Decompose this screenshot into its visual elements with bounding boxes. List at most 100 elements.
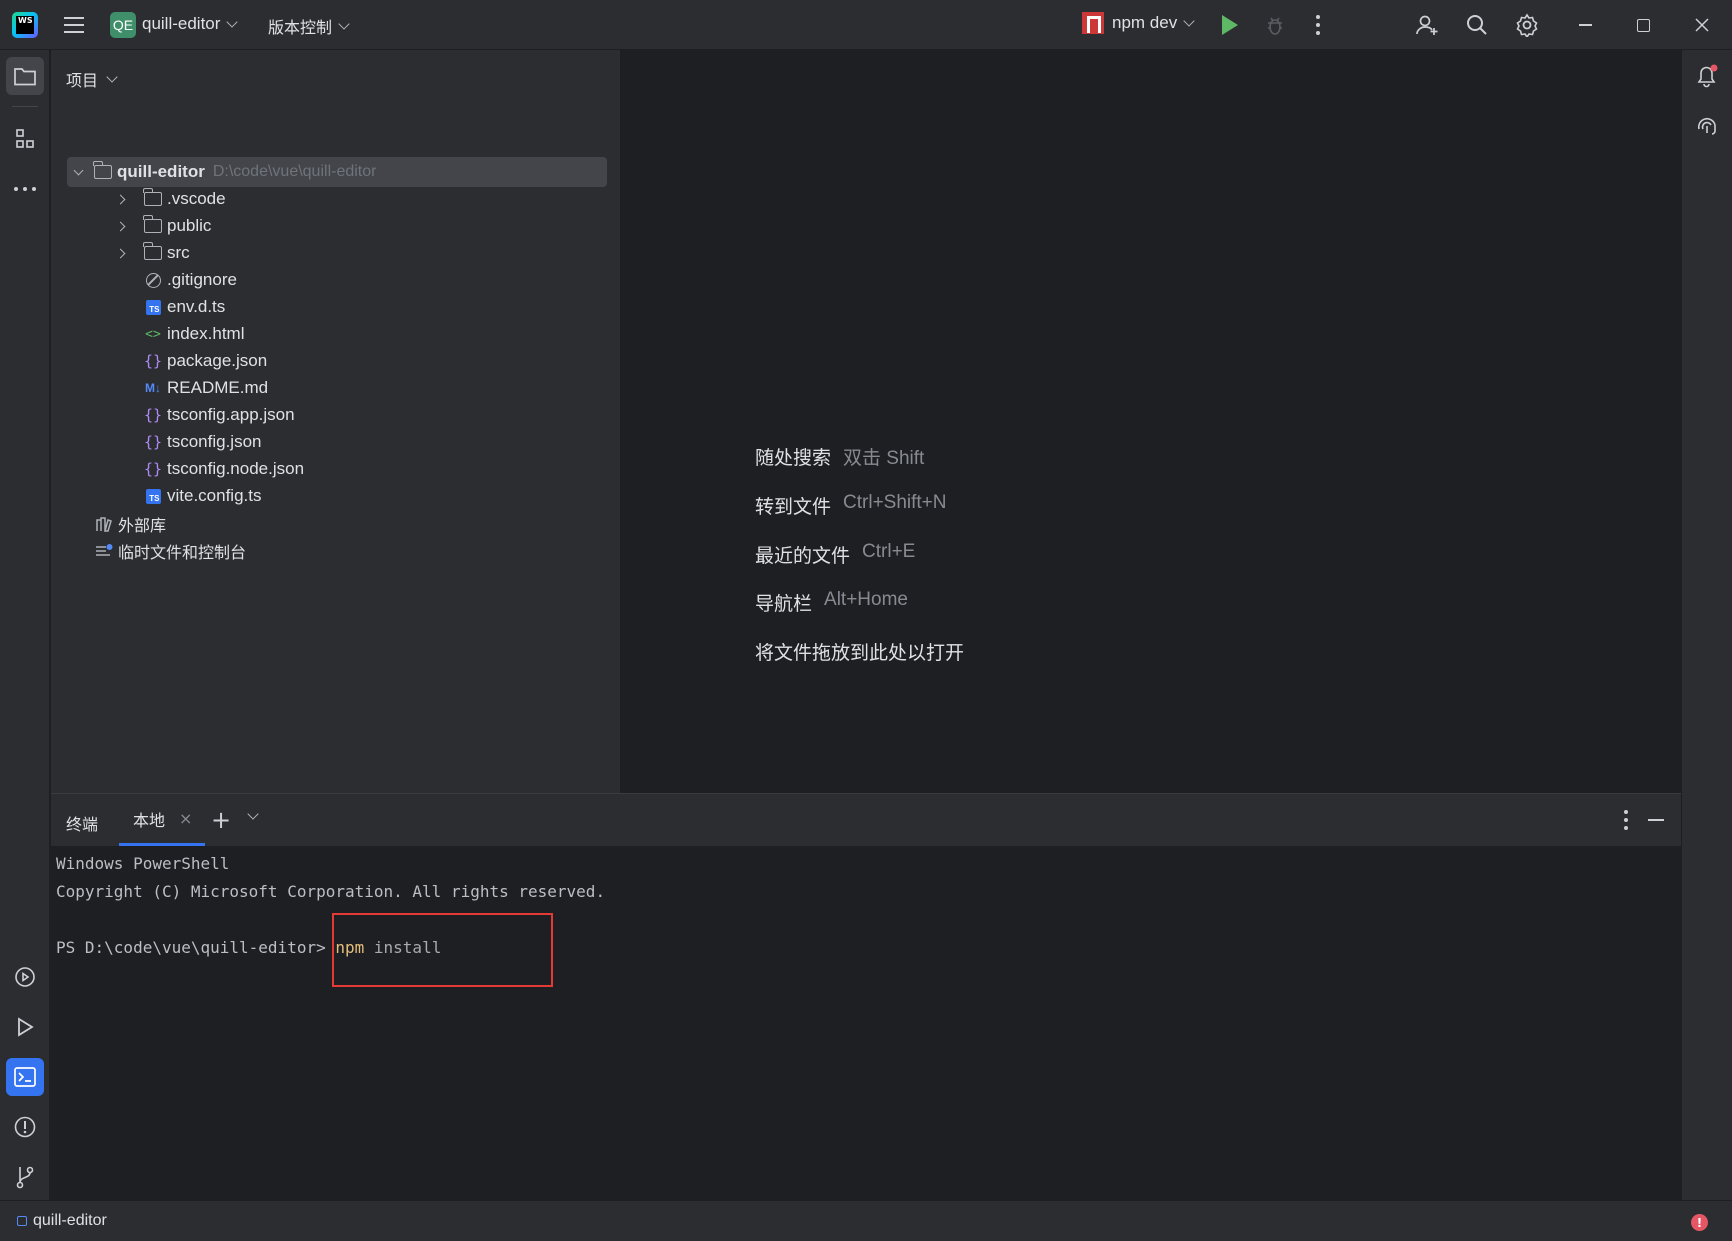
tree-item-vscode[interactable]: .vscode bbox=[115, 184, 226, 214]
hint-label: 将文件拖放到此处以打开 bbox=[755, 642, 965, 664]
tree-item-env-d-ts[interactable]: TS env.d.ts bbox=[143, 292, 225, 322]
status-project[interactable]: quill-editor bbox=[17, 1212, 107, 1230]
more-actions-icon[interactable] bbox=[1312, 13, 1324, 37]
tree-item-tsconfig-app[interactable]: {} tsconfig.app.json bbox=[143, 400, 295, 430]
services-icon[interactable] bbox=[6, 958, 44, 996]
hint-label: 导航栏 bbox=[755, 593, 813, 615]
tree-item-label: env.d.ts bbox=[167, 297, 226, 316]
tree-item-label: package.json bbox=[167, 351, 268, 370]
tree-item-index-html[interactable]: <> index.html bbox=[143, 319, 244, 349]
library-icon bbox=[94, 515, 114, 533]
module-icon bbox=[17, 1216, 27, 1226]
chevron-right-icon[interactable] bbox=[115, 194, 125, 204]
structure-icon[interactable] bbox=[6, 120, 44, 158]
hint-shortcut: 双击 Shift bbox=[843, 448, 925, 469]
project-view-selector[interactable]: 项目 bbox=[66, 67, 118, 91]
tree-item-public[interactable]: public bbox=[115, 211, 212, 241]
add-terminal-icon[interactable]: + bbox=[211, 806, 231, 834]
tree-item-gitignore[interactable]: .gitignore bbox=[143, 265, 237, 295]
folder-icon bbox=[143, 188, 162, 206]
html-file-icon: <> bbox=[145, 326, 161, 342]
terminal-header: 终端 本地 × + bbox=[51, 794, 1681, 846]
more-tools-icon[interactable] bbox=[6, 170, 44, 208]
main-menu-icon[interactable] bbox=[62, 12, 86, 38]
tree-item-readme[interactable]: M↓ README.md bbox=[143, 373, 268, 403]
project-panel: 项目 quill-editor D:\code\vue\quill-editor… bbox=[51, 50, 621, 793]
hide-panel-icon[interactable] bbox=[1648, 819, 1664, 821]
terminal-title: 终端 bbox=[66, 815, 99, 834]
tree-root-name: quill-editor bbox=[117, 162, 205, 181]
webstorm-logo-icon[interactable]: WS bbox=[12, 12, 38, 38]
terminal-icon[interactable] bbox=[6, 1058, 44, 1096]
minimize-window-icon[interactable] bbox=[1572, 12, 1598, 38]
chevron-right-icon[interactable] bbox=[115, 221, 125, 231]
terminal-tab-local[interactable]: 本地 × bbox=[119, 794, 205, 846]
hint-recent-files: 最近的文件 Ctrl+E bbox=[755, 541, 915, 568]
hint-search-everywhere: 随处搜索 双击 Shift bbox=[755, 443, 924, 470]
tree-item-vite-config[interactable]: TS vite.config.ts bbox=[143, 481, 262, 511]
run-tool-icon[interactable] bbox=[6, 1008, 44, 1046]
tree-item-label: public bbox=[167, 216, 212, 235]
tree-item-label: .gitignore bbox=[167, 270, 237, 289]
hint-label: 转到文件 bbox=[755, 496, 832, 518]
tree-item-label: tsconfig.app.json bbox=[167, 405, 295, 424]
chevron-down-icon[interactable] bbox=[73, 165, 83, 175]
hint-shortcut: Ctrl+E bbox=[862, 541, 916, 562]
project-folder-icon[interactable] bbox=[6, 57, 44, 95]
scratches-icon bbox=[94, 542, 114, 560]
hint-shortcut: Alt+Home bbox=[824, 589, 908, 610]
vcs-menu[interactable]: 版本控制 bbox=[268, 14, 350, 38]
tree-item-label: tsconfig.node.json bbox=[167, 459, 305, 478]
project-badge[interactable]: QE bbox=[110, 12, 136, 38]
json-file-icon: {} bbox=[143, 352, 163, 370]
debug-icon[interactable] bbox=[1265, 13, 1285, 37]
close-window-icon[interactable] bbox=[1689, 12, 1715, 38]
terminal-panel: 终端 本地 × + Windows PowerShell Copyright (C… bbox=[51, 793, 1681, 1200]
tree-item-scratches[interactable]: 临时文件和控制台 bbox=[94, 536, 246, 566]
search-icon[interactable] bbox=[1464, 12, 1490, 38]
terminal-options-icon[interactable] bbox=[1620, 808, 1632, 832]
right-tool-strip bbox=[1681, 50, 1732, 1200]
chevron-down-icon[interactable] bbox=[247, 808, 259, 820]
ai-assistant-icon[interactable] bbox=[1688, 106, 1726, 144]
hint-label: 最近的文件 bbox=[755, 545, 851, 567]
tree-item-label: 外部库 bbox=[118, 516, 167, 535]
status-bar: quill-editor ! bbox=[0, 1200, 1732, 1241]
chevron-down-icon bbox=[338, 18, 350, 30]
folder-icon bbox=[143, 242, 162, 260]
folder-icon bbox=[93, 161, 112, 179]
chevron-down-icon bbox=[106, 71, 118, 83]
tree-item-tsconfig[interactable]: {} tsconfig.json bbox=[143, 427, 262, 457]
add-user-icon[interactable] bbox=[1414, 12, 1440, 38]
tree-item-tsconfig-node[interactable]: {} tsconfig.node.json bbox=[143, 454, 304, 484]
close-icon[interactable]: × bbox=[179, 809, 192, 828]
ignore-file-icon bbox=[145, 272, 161, 288]
hint-label: 随处搜索 bbox=[755, 447, 832, 469]
tree-item-label: src bbox=[167, 243, 190, 262]
run-icon[interactable] bbox=[1222, 15, 1238, 35]
project-switcher[interactable]: quill-editor bbox=[142, 14, 239, 34]
typescript-file-icon: TS bbox=[145, 299, 161, 315]
json-file-icon: {} bbox=[143, 406, 163, 424]
tree-root-path: D:\code\vue\quill-editor bbox=[212, 163, 377, 180]
tree-item-label: vite.config.ts bbox=[167, 486, 262, 505]
tree-item-external-libs[interactable]: 外部库 bbox=[94, 509, 166, 539]
maximize-window-icon[interactable] bbox=[1630, 12, 1656, 38]
project-name: quill-editor bbox=[142, 14, 221, 33]
chevron-right-icon[interactable] bbox=[115, 248, 125, 258]
tree-root-quill-editor[interactable]: quill-editor D:\code\vue\quill-editor bbox=[67, 157, 607, 187]
tree-item-label: tsconfig.json bbox=[167, 432, 262, 451]
settings-gear-icon[interactable] bbox=[1514, 12, 1540, 38]
project-panel-title: 项目 bbox=[66, 71, 99, 90]
notifications-bell-icon[interactable] bbox=[1688, 57, 1726, 95]
chevron-down-icon bbox=[1183, 15, 1195, 27]
error-indicator-icon[interactable]: ! bbox=[1691, 1214, 1708, 1231]
tree-item-package-json[interactable]: {} package.json bbox=[143, 346, 267, 376]
problems-icon[interactable] bbox=[6, 1108, 44, 1146]
git-branch-icon[interactable] bbox=[6, 1158, 44, 1196]
chevron-down-icon bbox=[226, 16, 239, 28]
terminal-line: Copyright (C) Microsoft Corporation. All… bbox=[56, 882, 606, 901]
tree-item-src[interactable]: src bbox=[115, 238, 190, 268]
editor-empty-area[interactable]: 随处搜索 双击 Shift 转到文件 Ctrl+Shift+N 最近的文件 Ct… bbox=[622, 50, 1681, 793]
run-config-selector[interactable]: npm dev bbox=[1082, 12, 1195, 34]
